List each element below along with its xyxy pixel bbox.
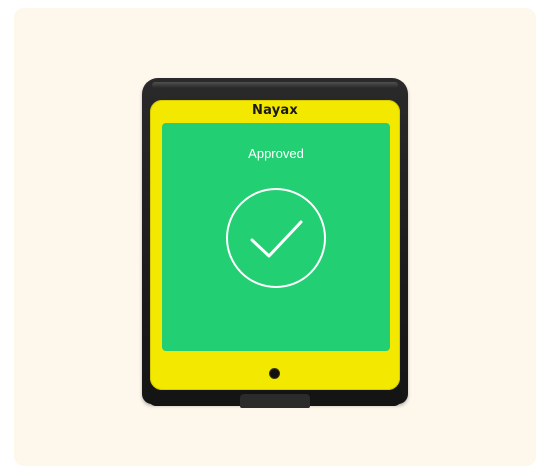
brand-logo: Nayax [252,103,298,118]
terminal-bezel: Nayax Approved [150,100,400,390]
camera-lens [270,369,279,378]
payment-terminal: Nayax Approved [142,78,408,412]
terminal-screen: Approved [162,123,390,351]
terminal-base [142,390,408,412]
base-notch [240,394,310,408]
check-circle-icon [226,188,326,288]
housing-highlight [152,82,398,88]
terminal-housing: Nayax Approved [142,78,408,404]
page: Nayax Approved [0,0,543,475]
status-text: Approved [248,146,304,161]
